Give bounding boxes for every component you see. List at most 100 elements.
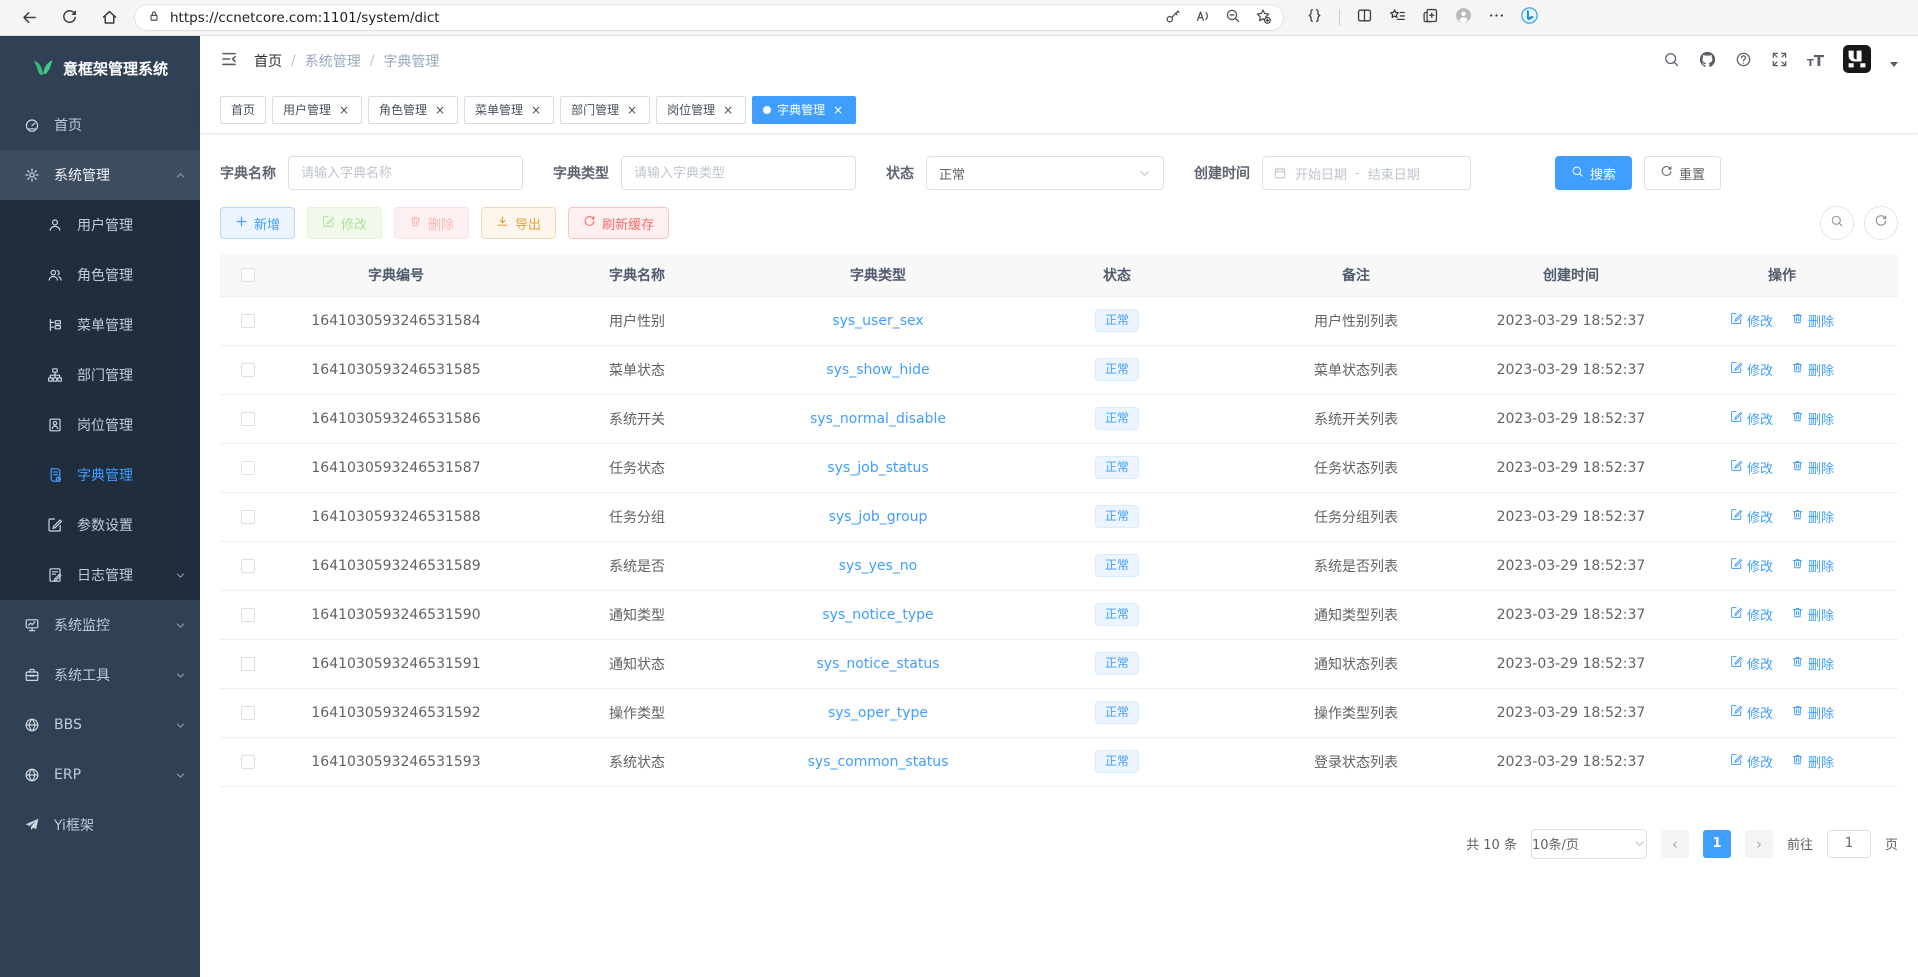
tab[interactable]: 首页: [220, 96, 266, 124]
tab[interactable]: 用户管理: [272, 96, 362, 124]
sidebar-item[interactable]: 部门管理: [0, 350, 200, 400]
search-icon[interactable]: [1663, 51, 1680, 72]
sidebar-item[interactable]: 角色管理: [0, 250, 200, 300]
dict-type-link[interactable]: sys_normal_disable: [810, 411, 946, 427]
row-delete-button[interactable]: 删除: [1791, 360, 1834, 379]
dict-type-link[interactable]: sys_job_group: [829, 509, 928, 525]
sidebar-item[interactable]: 参数设置: [0, 500, 200, 550]
next-page-button[interactable]: [1745, 830, 1773, 858]
tab[interactable]: 角色管理: [368, 96, 458, 124]
breadcrumb-home[interactable]: 首页: [254, 51, 282, 71]
lock-icon[interactable]: [147, 8, 161, 27]
key-icon[interactable]: [1165, 8, 1181, 28]
row-edit-button[interactable]: 修改: [1730, 458, 1773, 477]
bing-chat-icon[interactable]: [1521, 7, 1538, 28]
read-aloud-icon[interactable]: [1195, 8, 1211, 28]
sidebar-item[interactable]: 日志管理: [0, 550, 200, 600]
close-icon[interactable]: [337, 103, 351, 117]
dict-type-link[interactable]: sys_job_status: [827, 460, 928, 476]
dict-type-link[interactable]: sys_oper_type: [828, 705, 928, 721]
back-icon[interactable]: [14, 4, 44, 32]
more-icon[interactable]: [1488, 7, 1505, 28]
row-checkbox[interactable]: [241, 706, 255, 720]
row-checkbox[interactable]: [241, 559, 255, 573]
refresh-icon[interactable]: [54, 4, 84, 32]
dict-type-link[interactable]: sys_notice_status: [816, 656, 939, 672]
row-delete-button[interactable]: 删除: [1791, 752, 1834, 771]
row-delete-button[interactable]: 删除: [1791, 556, 1834, 575]
github-icon[interactable]: [1699, 51, 1716, 72]
close-icon[interactable]: [721, 103, 735, 117]
close-icon[interactable]: [831, 103, 845, 117]
sidebar-item[interactable]: 用户管理: [0, 200, 200, 250]
row-edit-button[interactable]: 修改: [1730, 703, 1773, 722]
row-delete-button[interactable]: 删除: [1791, 654, 1834, 673]
browser-essentials-icon[interactable]: [1306, 7, 1323, 28]
user-avatar[interactable]: [1843, 45, 1871, 77]
home-icon[interactable]: [94, 4, 124, 32]
dict-type-link[interactable]: sys_user_sex: [832, 313, 923, 329]
reset-button[interactable]: 重置: [1644, 156, 1721, 190]
row-delete-button[interactable]: 删除: [1791, 703, 1834, 722]
collapse-sidebar-icon[interactable]: [220, 50, 238, 73]
row-delete-button[interactable]: 删除: [1791, 311, 1834, 330]
tab[interactable]: 部门管理: [560, 96, 650, 124]
prev-page-button[interactable]: [1661, 830, 1689, 858]
row-delete-button[interactable]: 删除: [1791, 409, 1834, 428]
tab[interactable]: 岗位管理: [656, 96, 746, 124]
dict-name-input[interactable]: [288, 156, 523, 190]
edit-button[interactable]: 修改: [307, 207, 382, 239]
refresh-table-button[interactable]: [1864, 206, 1898, 240]
dict-type-link[interactable]: sys_common_status: [808, 754, 949, 770]
search-button[interactable]: 搜索: [1555, 156, 1632, 190]
row-checkbox[interactable]: [241, 608, 255, 622]
export-button[interactable]: 导出: [481, 207, 556, 239]
zoom-out-icon[interactable]: [1225, 8, 1241, 28]
font-size-icon[interactable]: TT: [1807, 52, 1824, 70]
dict-type-input[interactable]: [621, 156, 856, 190]
row-edit-button[interactable]: 修改: [1730, 556, 1773, 575]
profile-avatar[interactable]: [1455, 7, 1472, 28]
sidebar-item[interactable]: 系统管理: [0, 150, 200, 200]
close-icon[interactable]: [433, 103, 447, 117]
row-checkbox[interactable]: [241, 412, 255, 426]
dict-type-link[interactable]: sys_yes_no: [839, 558, 918, 574]
status-select[interactable]: 正常: [926, 156, 1164, 190]
date-range-picker[interactable]: 开始日期 - 结束日期: [1262, 156, 1471, 190]
app-logo[interactable]: 意框架管理系统: [0, 36, 200, 100]
current-page-button[interactable]: 1: [1703, 830, 1731, 858]
sidebar-item[interactable]: 首页: [0, 100, 200, 150]
row-edit-button[interactable]: 修改: [1730, 654, 1773, 673]
row-edit-button[interactable]: 修改: [1730, 311, 1773, 330]
row-checkbox[interactable]: [241, 657, 255, 671]
toggle-search-button[interactable]: [1820, 206, 1854, 240]
sidebar-item[interactable]: Yi框架: [0, 800, 200, 850]
row-delete-button[interactable]: 删除: [1791, 605, 1834, 624]
add-favorite-icon[interactable]: [1255, 8, 1271, 28]
row-edit-button[interactable]: 修改: [1730, 409, 1773, 428]
row-checkbox[interactable]: [241, 363, 255, 377]
add-button[interactable]: 新增: [220, 207, 295, 239]
close-icon[interactable]: [625, 103, 639, 117]
tab[interactable]: 菜单管理: [464, 96, 554, 124]
delete-button[interactable]: 删除: [394, 207, 469, 239]
sidebar-item[interactable]: 系统工具: [0, 650, 200, 700]
goto-page-input[interactable]: [1827, 830, 1871, 858]
row-delete-button[interactable]: 删除: [1791, 458, 1834, 477]
select-all-checkbox[interactable]: [241, 268, 255, 282]
sidebar-item[interactable]: ERP: [0, 750, 200, 800]
fullscreen-icon[interactable]: [1771, 51, 1788, 72]
row-checkbox[interactable]: [241, 755, 255, 769]
page-size-select[interactable]: 10条/页: [1531, 829, 1647, 859]
refresh-cache-button[interactable]: 刷新缓存: [568, 207, 669, 239]
sidebar-item[interactable]: 字典管理: [0, 450, 200, 500]
dict-type-link[interactable]: sys_show_hide: [826, 362, 929, 378]
url-text[interactable]: https://ccnetcore.com:1101/system/dict: [170, 10, 1156, 26]
row-checkbox[interactable]: [241, 461, 255, 475]
row-edit-button[interactable]: 修改: [1730, 752, 1773, 771]
row-edit-button[interactable]: 修改: [1730, 605, 1773, 624]
address-bar[interactable]: https://ccnetcore.com:1101/system/dict: [134, 4, 1284, 31]
breadcrumb-item[interactable]: 系统管理: [305, 51, 361, 71]
row-delete-button[interactable]: 删除: [1791, 507, 1834, 526]
row-checkbox[interactable]: [241, 314, 255, 328]
